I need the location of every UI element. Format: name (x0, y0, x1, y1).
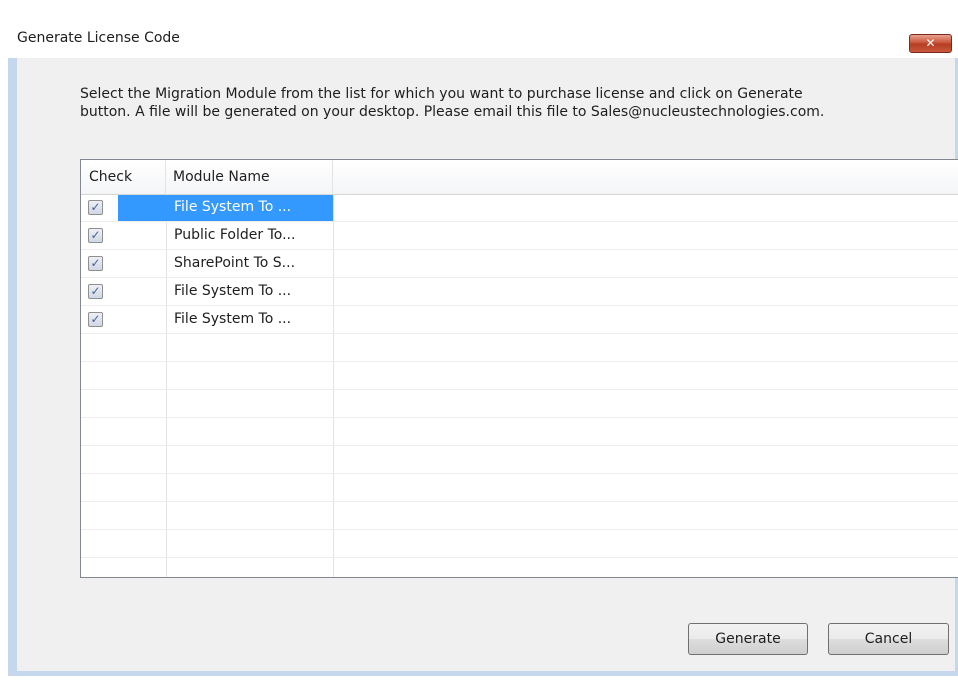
empty-row (81, 362, 958, 390)
checkbox-checked-icon[interactable]: ✓ (88, 312, 103, 327)
empty-row (81, 558, 958, 577)
empty-row (81, 334, 958, 362)
module-name-cell: File System To ... (174, 199, 292, 215)
empty-row (81, 502, 958, 530)
checkbox-checked-icon[interactable]: ✓ (88, 228, 103, 243)
list-item[interactable]: ✓ SharePoint To S... (81, 250, 958, 278)
instruction-text: Select the Migration Module from the lis… (80, 85, 940, 121)
checkbox-checked-icon[interactable]: ✓ (88, 200, 103, 215)
column-header-module-name[interactable]: Module Name (166, 160, 333, 194)
dialog-title: Generate License Code (17, 30, 180, 46)
module-list[interactable]: Check Module Name ✓ File System To ... ✓ Pu… (80, 159, 958, 578)
title-bar: Generate License Code ✕ (8, 8, 958, 58)
dialog-window: Generate License Code ✕ Select the Migra… (8, 8, 958, 676)
empty-row (81, 530, 958, 558)
instruction-line-1: Select the Migration Module from the lis… (80, 86, 803, 102)
instruction-line-2: button. A file will be generated on your… (80, 104, 825, 120)
list-item[interactable]: ✓ File System To ... (81, 306, 958, 334)
list-item[interactable]: ✓ File System To ... (81, 278, 958, 306)
list-header: Check Module Name (81, 160, 958, 195)
close-icon: ✕ (925, 36, 936, 50)
list-item[interactable]: ✓ Public Folder To... (81, 222, 958, 250)
empty-row (81, 446, 958, 474)
module-name-cell: Public Folder To... (174, 227, 296, 243)
dialog-body: Select the Migration Module from the lis… (17, 58, 958, 671)
empty-row (81, 418, 958, 446)
column-header-check[interactable]: Check (81, 160, 166, 194)
cancel-button[interactable]: Cancel (828, 623, 949, 655)
empty-row (81, 474, 958, 502)
module-name-cell: SharePoint To S... (174, 255, 296, 271)
close-button[interactable]: ✕ (909, 34, 952, 53)
list-item[interactable]: ✓ File System To ... (81, 194, 958, 222)
checkbox-checked-icon[interactable]: ✓ (88, 256, 103, 271)
module-name-cell: File System To ... (174, 311, 292, 327)
module-name-cell: File System To ... (174, 283, 292, 299)
generate-button[interactable]: Generate (688, 623, 808, 655)
checkbox-checked-icon[interactable]: ✓ (88, 284, 103, 299)
empty-row (81, 390, 958, 418)
